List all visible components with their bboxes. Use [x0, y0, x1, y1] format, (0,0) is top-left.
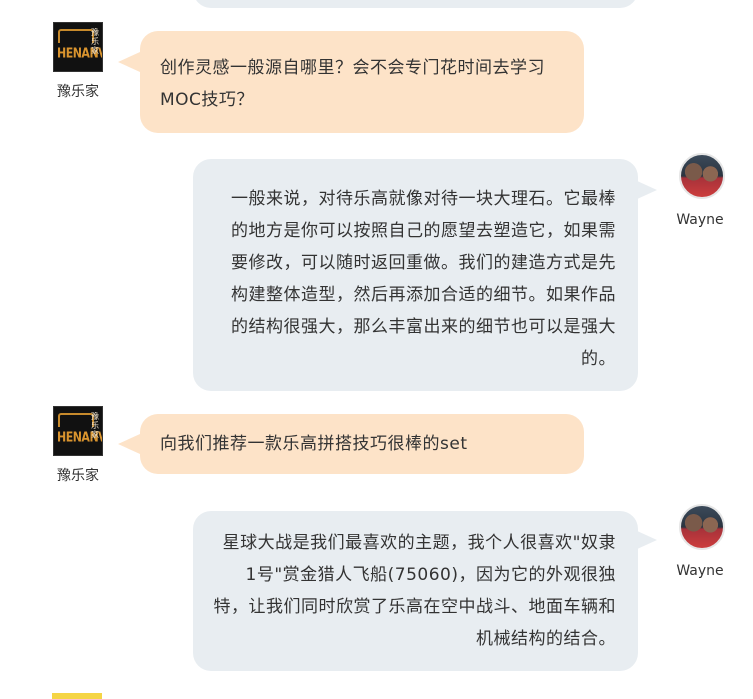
bubble-tail	[635, 530, 657, 550]
sender-name: 豫乐家	[57, 84, 99, 100]
bubble-tail	[635, 180, 657, 200]
message-bubble: 一般来说，对待乐高就像对待一块大理石。它最棒的地方是你可以按照自己的愿望去塑造它…	[193, 159, 638, 391]
sender-name: 豫乐家	[57, 468, 99, 484]
logo-chinese-text: 豫乐家	[91, 28, 99, 55]
sender-name: Wayne	[676, 563, 724, 579]
logo-emblem-icon	[58, 413, 94, 427]
avatar[interactable]: HENANVLUG 豫乐家	[53, 22, 103, 72]
bubble-tail	[118, 434, 140, 454]
avatar[interactable]	[679, 504, 725, 550]
message-bubble: 星球大战是我们最喜欢的主题，我个人很喜欢"奴隶1号"赏金猎人飞船(75060)，…	[193, 511, 638, 671]
next-message-stub	[52, 693, 102, 699]
logo-chinese-text: 豫乐家	[91, 412, 99, 439]
bubble-tail	[118, 52, 140, 72]
message-bubble: 创作灵感一般源自哪里？会不会专门花时间去学习MOC技巧？	[140, 31, 584, 133]
avatar[interactable]: HENANVLUG 豫乐家	[53, 406, 103, 456]
logo-emblem-icon	[58, 29, 94, 43]
previous-message-stub	[193, 0, 638, 8]
avatar[interactable]	[679, 153, 725, 199]
message-bubble: 向我们推荐一款乐高拼搭技巧很棒的set	[140, 414, 584, 474]
sender-name: Wayne	[676, 212, 724, 228]
